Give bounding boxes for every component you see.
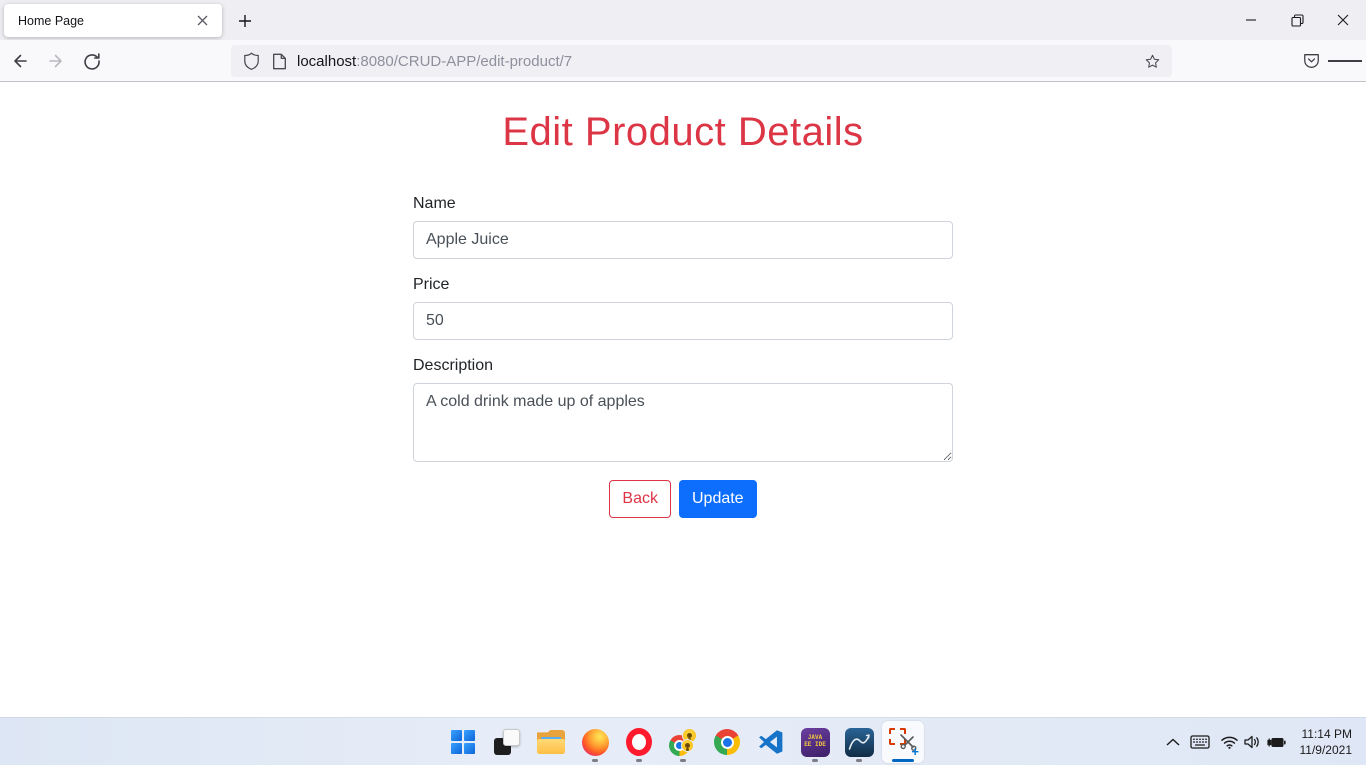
url-text[interactable]: localhost:8080/CRUD-APP/edit-product/7 xyxy=(297,53,1138,70)
battery-charging-icon xyxy=(1267,736,1286,749)
window-close-button[interactable] xyxy=(1320,0,1366,40)
taskbar-clock[interactable]: 11:14 PM 11/9/2021 xyxy=(1292,726,1359,758)
window-restore-button[interactable] xyxy=(1274,0,1320,40)
page-info-icon[interactable] xyxy=(265,47,293,75)
description-field-group: Description A cold drink made up of appl… xyxy=(413,357,953,462)
firefox-running-indicator xyxy=(592,759,598,762)
mysql-workbench-button[interactable] xyxy=(837,720,881,764)
volume-icon xyxy=(1244,735,1261,749)
back-button[interactable] xyxy=(4,45,36,77)
vscode-button[interactable] xyxy=(749,720,793,764)
opera-icon xyxy=(626,728,652,756)
menu-hamburger-icon[interactable] xyxy=(1328,45,1362,77)
firefox-icon xyxy=(582,729,609,756)
task-view-icon xyxy=(494,729,520,755)
snipping-tool-active-indicator xyxy=(892,759,914,762)
network-volume-battery-group[interactable] xyxy=(1215,735,1292,749)
browser-tab-home-page[interactable]: Home Page xyxy=(4,4,222,37)
taskbar-center-icons: JAVA EE IDE + xyxy=(441,718,925,766)
eclipse-ide-icon: JAVA EE IDE xyxy=(801,728,830,757)
tab-title: Home Page xyxy=(18,14,190,28)
chrome-button[interactable] xyxy=(705,720,749,764)
eclipse-ide-button[interactable]: JAVA EE IDE xyxy=(793,720,837,764)
price-input[interactable] xyxy=(413,302,953,340)
firefox-button[interactable] xyxy=(573,720,617,764)
snipping-tool-icon: + xyxy=(888,727,918,757)
new-tab-button[interactable] xyxy=(232,8,258,34)
clock-time: 11:14 PM xyxy=(1300,726,1353,742)
windows-start-icon xyxy=(451,730,475,754)
bookmark-star-icon[interactable] xyxy=(1138,47,1166,75)
window-controls xyxy=(1228,0,1366,40)
system-tray: 11:14 PM 11/9/2021 xyxy=(1161,718,1359,766)
name-field-group: Name xyxy=(413,195,953,259)
clock-date: 11/9/2021 xyxy=(1300,742,1353,758)
update-button[interactable]: Update xyxy=(679,480,757,518)
chrome-profile-button[interactable] xyxy=(661,720,705,764)
browser-titlebar: Home Page xyxy=(0,0,1366,40)
wifi-icon xyxy=(1221,736,1238,749)
description-textarea[interactable]: A cold drink made up of apples xyxy=(413,383,953,462)
task-view-button[interactable] xyxy=(485,720,529,764)
chrome-profile-icon xyxy=(669,728,697,756)
forward-button[interactable] xyxy=(40,45,72,77)
opera-button[interactable] xyxy=(617,720,661,764)
url-path: :8080/CRUD-APP/edit-product/7 xyxy=(356,53,572,70)
vscode-icon xyxy=(758,729,784,755)
chrome-profile-running-indicator xyxy=(680,759,686,762)
tab-close-icon[interactable] xyxy=(190,9,214,33)
chrome-icon xyxy=(714,729,740,755)
price-field-group: Price xyxy=(413,276,953,340)
back-button-form[interactable]: Back xyxy=(609,480,671,518)
file-explorer-icon xyxy=(537,730,565,754)
eclipse-running-indicator xyxy=(812,759,818,762)
start-button[interactable] xyxy=(441,720,485,764)
page-title: Edit Product Details xyxy=(0,110,1366,155)
name-input[interactable] xyxy=(413,221,953,259)
reload-button[interactable] xyxy=(76,45,108,77)
url-host: localhost xyxy=(297,53,356,70)
touch-keyboard-icon[interactable] xyxy=(1185,724,1215,760)
file-explorer-button[interactable] xyxy=(529,720,573,764)
url-bar[interactable]: localhost:8080/CRUD-APP/edit-product/7 xyxy=(231,45,1172,77)
mysql-running-indicator xyxy=(856,759,862,762)
form-buttons: Back Update xyxy=(413,480,953,518)
description-label: Description xyxy=(413,357,953,375)
snipping-tool-button[interactable]: + xyxy=(882,721,924,763)
price-label: Price xyxy=(413,276,953,294)
edit-product-form: Name Price Description A cold drink made… xyxy=(413,195,953,518)
tray-overflow-chevron-icon[interactable] xyxy=(1161,724,1185,760)
browser-toolbar: localhost:8080/CRUD-APP/edit-product/7 xyxy=(0,40,1366,82)
mysql-workbench-icon xyxy=(845,728,874,757)
windows-taskbar: JAVA EE IDE + xyxy=(0,717,1366,765)
tracking-protection-shield-icon[interactable] xyxy=(237,47,265,75)
opera-running-indicator xyxy=(636,759,642,762)
toolbar-right-buttons xyxy=(1294,45,1362,77)
name-label: Name xyxy=(413,195,953,213)
page-content: Edit Product Details Name Price Descript… xyxy=(0,83,1366,717)
pocket-icon[interactable] xyxy=(1294,45,1328,77)
window-minimize-button[interactable] xyxy=(1228,0,1274,40)
